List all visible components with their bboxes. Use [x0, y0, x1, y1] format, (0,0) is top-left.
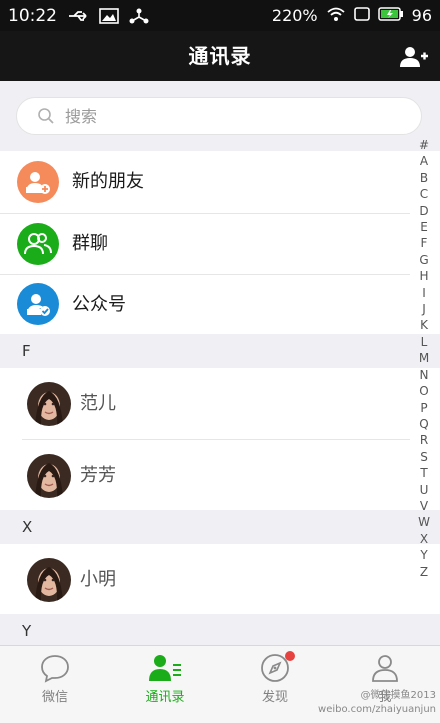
new-friends-icon	[17, 161, 59, 203]
index-letter[interactable]: W	[416, 514, 432, 530]
index-letter[interactable]: #	[416, 137, 432, 153]
index-letter[interactable]: A	[416, 153, 432, 169]
tab-bar: 微信 通讯录 发现 我 @微信摸鱼2013 weibo.com/zhaiyuan…	[0, 645, 440, 723]
section-header-f: F	[0, 334, 440, 368]
contact-row[interactable]: 芳芳	[0, 440, 410, 512]
chat-bubble-icon	[38, 652, 72, 684]
usb-icon	[65, 4, 93, 28]
avatar	[27, 454, 71, 498]
official-accounts-row[interactable]: 公众号	[0, 275, 410, 334]
contact-name: 小明	[80, 569, 116, 590]
index-letter[interactable]: U	[416, 482, 432, 498]
contact-name: 芳芳	[80, 465, 116, 486]
index-letter[interactable]: B	[416, 170, 432, 186]
official-accounts-label: 公众号	[72, 294, 126, 315]
group-chat-label: 群聊	[72, 233, 108, 254]
search-input[interactable]	[65, 106, 365, 126]
alphabet-index[interactable]: # A B C D E F G H I J K L M N O P Q R S T U V W X Y Z	[416, 137, 432, 580]
discover-badge-dot	[285, 651, 295, 661]
add-friend-button[interactable]	[398, 41, 430, 73]
index-letter[interactable]: T	[416, 465, 432, 481]
index-letter[interactable]: J	[416, 301, 432, 317]
group-chat-row[interactable]: 群聊	[0, 214, 410, 274]
index-letter[interactable]: C	[416, 186, 432, 202]
section-letter: F	[22, 342, 31, 360]
index-letter[interactable]: I	[416, 285, 432, 301]
avatar	[27, 558, 71, 602]
contact-row[interactable]: 范儿	[0, 368, 410, 440]
index-letter[interactable]: K	[416, 317, 432, 333]
index-letter[interactable]: Q	[416, 416, 432, 432]
watermark-line: weibo.com/zhaiyuanjun	[318, 704, 436, 715]
index-letter[interactable]: F	[416, 235, 432, 251]
contacts-icon	[148, 652, 182, 684]
title-bar: 通讯录	[0, 31, 440, 81]
group-chat-icon	[17, 223, 59, 265]
index-letter[interactable]: L	[416, 334, 432, 350]
tab-label: 通讯录	[145, 690, 185, 705]
index-letter[interactable]: N	[416, 367, 432, 383]
tab-chats[interactable]: 微信	[0, 646, 110, 723]
index-letter[interactable]: G	[416, 252, 432, 268]
status-bar: 10:22 220% 96	[0, 0, 440, 31]
official-accounts-icon	[17, 283, 59, 325]
wifi-icon	[326, 6, 346, 26]
section-header-x: X	[0, 510, 440, 544]
share-icon	[125, 4, 153, 28]
index-letter[interactable]: E	[416, 219, 432, 235]
index-letter[interactable]: H	[416, 268, 432, 284]
new-friends-label: 新的朋友	[72, 171, 144, 192]
add-person-icon	[400, 47, 428, 67]
tab-label: 微信	[41, 690, 68, 705]
section-letter: Y	[22, 622, 32, 640]
index-letter[interactable]: R	[416, 432, 432, 448]
person-icon	[368, 652, 402, 684]
index-letter[interactable]: P	[416, 400, 432, 416]
tab-contacts[interactable]: 通讯录	[110, 646, 220, 723]
index-letter[interactable]: Y	[416, 547, 432, 563]
index-letter[interactable]: O	[416, 383, 432, 399]
index-letter[interactable]: V	[416, 498, 432, 514]
index-letter[interactable]: S	[416, 449, 432, 465]
index-letter[interactable]: D	[416, 203, 432, 219]
status-time: 10:22	[8, 5, 57, 26]
battery-icon	[377, 6, 404, 26]
signal-icon	[353, 6, 370, 26]
image-icon	[95, 4, 123, 28]
avatar	[27, 382, 71, 426]
index-letter[interactable]: Z	[416, 564, 432, 580]
index-letter[interactable]: M	[416, 350, 432, 366]
section-header-y: Y	[0, 614, 440, 648]
page-title: 通讯录	[188, 44, 252, 68]
network-speed-text: 220%	[271, 6, 318, 25]
contact-row[interactable]: 小明	[0, 544, 410, 616]
contact-name: 范儿	[80, 393, 116, 414]
watermark: @微信摸鱼2013 weibo.com/zhaiyuanjun	[286, 689, 436, 717]
search-bar[interactable]	[16, 97, 422, 135]
new-friends-row[interactable]: 新的朋友	[0, 151, 410, 213]
search-area	[0, 81, 440, 151]
search-icon	[37, 106, 57, 126]
watermark-line: @微信摸鱼2013	[360, 690, 436, 701]
index-letter[interactable]: X	[416, 531, 432, 547]
battery-level: 96	[411, 6, 432, 25]
section-letter: X	[22, 518, 33, 536]
